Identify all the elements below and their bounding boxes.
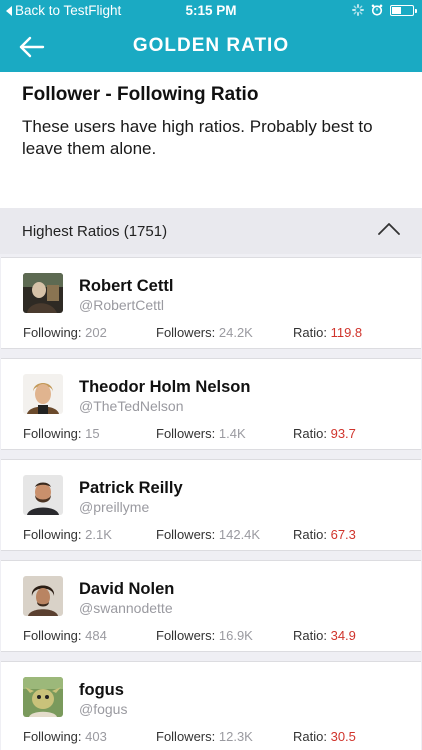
- status-icons: [352, 4, 417, 16]
- following-stat: Following: 403: [23, 729, 107, 744]
- ratio-list-section: Highest Ratios (1751) Robert Cettl @Robe…: [0, 208, 422, 750]
- ratio-stat: Ratio: 119.8: [293, 325, 362, 340]
- nav-bar: GOLDEN RATIO: [0, 22, 422, 72]
- ratio-stat: Ratio: 34.9: [293, 628, 356, 643]
- followers-stat: Followers: 1.4K: [156, 426, 246, 441]
- chevron-up-icon[interactable]: [378, 222, 400, 236]
- user-card[interactable]: David Nolen @swannodette Following: 484 …: [1, 560, 421, 652]
- followers-label: Followers:: [156, 527, 216, 542]
- section-header[interactable]: Highest Ratios (1751): [0, 208, 422, 254]
- section-title: Highest Ratios (1751): [22, 223, 168, 240]
- user-handle: @fogus: [79, 701, 128, 717]
- user-name: Theodor Holm Nelson: [79, 378, 251, 396]
- ratio-label: Ratio:: [293, 426, 327, 441]
- battery-icon: [390, 4, 417, 16]
- followers-stat: Followers: 24.2K: [156, 325, 253, 340]
- user-handle: @preillyme: [79, 499, 150, 515]
- intro-description: These users have high ratios. Probably b…: [22, 117, 373, 158]
- user-name: David Nolen: [79, 580, 175, 598]
- user-handle: @TheTedNelson: [79, 398, 184, 414]
- following-label: Following:: [23, 729, 82, 744]
- following-stat: Following: 202: [23, 325, 107, 340]
- following-label: Following:: [23, 426, 82, 441]
- followers-stat: Followers: 16.9K: [156, 628, 253, 643]
- ratio-stat: Ratio: 67.3: [293, 527, 356, 542]
- following-label: Following:: [23, 628, 82, 643]
- intro-panel: Follower - Following Ratio These users h…: [0, 72, 422, 208]
- user-handle: @RobertCettl: [79, 297, 165, 313]
- ratio-value: 30.5: [330, 729, 356, 744]
- followers-value: 142.4K: [218, 527, 261, 542]
- following-stat: Following: 484: [23, 628, 107, 643]
- following-value: 202: [85, 325, 107, 340]
- ratio-label: Ratio:: [293, 325, 327, 340]
- followers-label: Followers:: [156, 628, 216, 643]
- user-card[interactable]: Robert Cettl @RobertCettl Following: 202…: [1, 257, 421, 349]
- user-name: fogus: [79, 681, 124, 699]
- user-name: Robert Cettl: [79, 277, 174, 295]
- page-title: GOLDEN RATIO: [132, 35, 290, 56]
- activity-spinner-icon: [352, 4, 364, 16]
- following-value: 2.1K: [85, 527, 112, 542]
- following-label: Following:: [23, 527, 82, 542]
- followers-stat: Followers: 142.4K: [156, 527, 260, 542]
- avatar: [23, 677, 63, 717]
- followers-label: Followers:: [156, 325, 216, 340]
- ratio-stat: Ratio: 93.7: [293, 426, 356, 441]
- following-stat: Following: 2.1K: [23, 527, 112, 542]
- followers-label: Followers:: [156, 426, 216, 441]
- user-card[interactable]: Theodor Holm Nelson @TheTedNelson Follow…: [1, 358, 421, 450]
- following-value: 15: [85, 426, 100, 441]
- following-stat: Following: 15: [23, 426, 100, 441]
- ratio-label: Ratio:: [293, 729, 327, 744]
- followers-stat: Followers: 12.3K: [156, 729, 253, 744]
- following-value: 403: [85, 729, 107, 744]
- ratio-label: Ratio:: [293, 527, 327, 542]
- intro-heading: Follower - Following Ratio: [22, 84, 259, 105]
- followers-value: 12.3K: [218, 729, 253, 744]
- avatar: [23, 475, 63, 515]
- ratio-stat: Ratio: 30.5: [293, 729, 356, 744]
- user-handle: @swannodette: [79, 600, 173, 616]
- ratio-value: 34.9: [330, 628, 356, 643]
- avatar: [23, 374, 63, 414]
- followers-value: 1.4K: [218, 426, 246, 441]
- user-name: Patrick Reilly: [79, 479, 183, 497]
- status-bar: Back to TestFlight 5:15 PM: [0, 0, 422, 22]
- followers-label: Followers:: [156, 729, 216, 744]
- user-card[interactable]: Patrick Reilly @preillyme Following: 2.1…: [1, 459, 421, 551]
- followers-value: 24.2K: [218, 325, 253, 340]
- followers-value: 16.9K: [218, 628, 253, 643]
- alarm-clock-icon: [371, 4, 383, 16]
- ratio-value: 67.3: [330, 527, 356, 542]
- ratio-value: 93.7: [330, 426, 356, 441]
- following-label: Following:: [23, 325, 82, 340]
- avatar: [23, 576, 63, 616]
- user-card[interactable]: fogus @fogus Following: 403 Followers: 1…: [1, 661, 421, 750]
- ratio-value: 119.8: [330, 325, 363, 340]
- avatar: [23, 273, 63, 313]
- ratio-label: Ratio:: [293, 628, 327, 643]
- following-value: 484: [85, 628, 107, 643]
